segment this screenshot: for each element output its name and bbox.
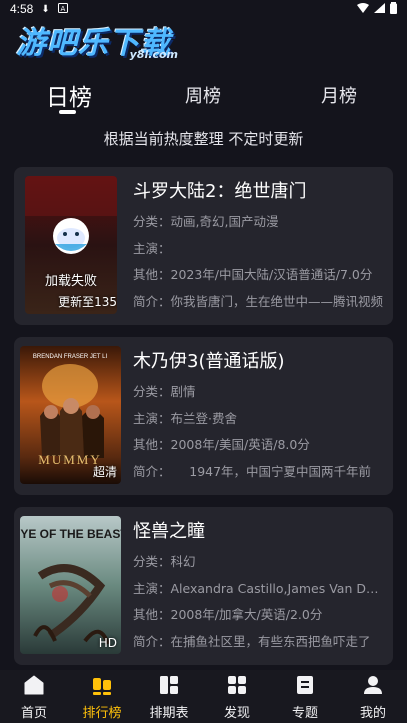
status-time: 4:58: [10, 2, 34, 16]
ranking-subtitle: 根据当前热度整理 不定时更新: [103, 130, 304, 148]
tab-profile[interactable]: 我的: [343, 674, 403, 721]
tab-schedule[interactable]: 排期表: [139, 674, 199, 721]
card-intro: 简介： 1947年，中国宁夏中国两千年前: [133, 464, 372, 479]
card-other: 其他：2008年/加拿大/英语/2.0分: [133, 607, 323, 622]
discover-icon: [228, 676, 246, 694]
card-title: 怪兽之瞳: [133, 521, 205, 542]
logo-subtitle: y8l.com: [129, 48, 178, 61]
tab-topic-label: 专题: [291, 706, 318, 721]
schedule-icon: [160, 676, 178, 694]
poster-title: EYE OF THE BEAST: [20, 527, 121, 541]
quality-badge: HD: [98, 636, 117, 650]
episode-badge: 更新至135集: [58, 295, 117, 309]
list-item[interactable]: 加载失败 更新至135集 斗罗大陆2：绝世唐门 分类：动画,奇幻,国产动漫 主演…: [14, 167, 393, 325]
status-bar: 4:58 ⬇ A: [0, 0, 407, 18]
download-icon: ⬇: [41, 3, 50, 15]
tab-discover[interactable]: 发现: [207, 674, 267, 721]
profile-icon: [364, 676, 382, 694]
card-category: 分类：动画,奇幻,国产动漫: [133, 214, 279, 229]
tab-topic[interactable]: 专题: [275, 674, 335, 721]
svg-text:A: A: [60, 5, 65, 13]
tab-daily[interactable]: 日榜: [46, 78, 92, 112]
card-intro: 简介：你我皆唐门，生在绝世中——腾讯视频: [133, 294, 384, 309]
beast-poster-graphic: EYE OF THE BEAST: [20, 516, 121, 654]
tab-profile-label: 我的: [359, 706, 386, 721]
card-cast: 主演：布兰登·费舍: [133, 411, 237, 426]
tab-indicator: [59, 110, 76, 114]
card-other: 其他：2008年/美国/英语/8.0分: [133, 437, 310, 452]
tab-home[interactable]: 首页: [4, 674, 64, 721]
card-category: 分类：剧情: [133, 384, 196, 399]
card-intro: 简介：在捕鱼社区里，有些东西把鱼吓走了: [133, 634, 371, 649]
battery-icon: [390, 1, 397, 17]
app-logo: 游吧乐下载 y8l.com: [14, 18, 186, 64]
topic-icon: [297, 676, 313, 694]
poster-actors: BRENDAN FRASER JET LI: [33, 354, 108, 360]
poster-image: EYE OF THE BEAST HD: [20, 516, 121, 654]
tab-discover-label: 发现: [223, 706, 250, 721]
tab-weekly[interactable]: 周榜: [185, 82, 221, 108]
card-category: 分类：科幻: [133, 554, 196, 569]
ranking-tabs: 日榜 周榜 月榜: [0, 74, 407, 118]
tab-schedule-label: 排期表: [149, 706, 189, 721]
poster-image: 加载失败 更新至135集: [25, 176, 117, 314]
card-cast: 主演：Alexandra Castillo,James Van Der Beek: [133, 581, 385, 596]
load-failed-text: 加载失败: [44, 274, 97, 289]
card-title: 斗罗大陆2：绝世唐门: [133, 181, 307, 202]
bottom-tab-bar: 首页 排行榜 排期表 发现 专题 我的: [0, 670, 407, 723]
card-cast: 主演：: [133, 241, 171, 256]
list-item[interactable]: EYE OF THE BEAST HD 怪兽之瞳 分类：科幻 主演：Alexan…: [14, 507, 393, 665]
card-title: 木乃伊3(普通话版): [133, 351, 285, 372]
tab-ranking[interactable]: 排行榜: [72, 674, 132, 721]
wifi-icon: [357, 2, 369, 16]
tab-home-label: 首页: [20, 706, 47, 721]
tab-ranking-label: 排行榜: [82, 706, 122, 721]
signal-icon: [374, 2, 385, 16]
home-icon: [24, 675, 44, 695]
card-other: 其他：2023年/中国大陆/汉语普通话/7.0分: [133, 267, 373, 282]
tab-monthly[interactable]: 月榜: [321, 82, 357, 108]
list-item[interactable]: BRENDAN FRASER JET LI MUMMY 超清 木乃伊3(普通话版…: [14, 337, 393, 495]
ranking-icon: [93, 678, 111, 695]
poster-image: BRENDAN FRASER JET LI MUMMY 超清: [20, 346, 121, 484]
notification-icon: A: [57, 2, 68, 16]
quality-badge: 超清: [92, 465, 117, 479]
